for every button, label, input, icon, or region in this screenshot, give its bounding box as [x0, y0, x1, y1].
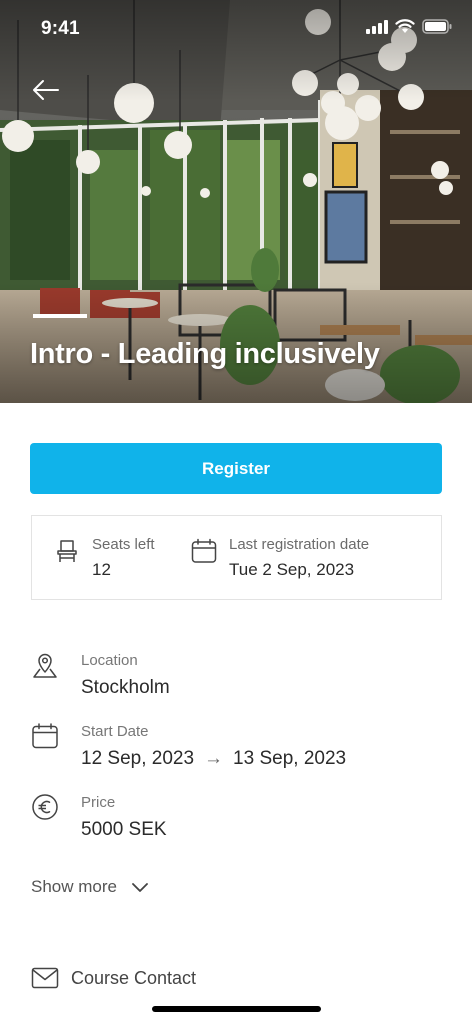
- arrow-right-icon: →: [204, 748, 224, 769]
- show-more-button[interactable]: Show more: [31, 877, 149, 897]
- wifi-icon: [395, 19, 415, 33]
- register-button[interactable]: Register: [30, 443, 442, 494]
- calendar-icon: [191, 538, 217, 563]
- signal-icon: [366, 19, 388, 34]
- location-value: Stockholm: [81, 677, 170, 698]
- seats-left-value: 12: [92, 560, 111, 579]
- location-row: Location Stockholm: [31, 651, 170, 700]
- course-contact-label: Course Contact: [71, 967, 197, 988]
- back-button[interactable]: [28, 74, 64, 106]
- arrow-left-icon: [33, 80, 59, 100]
- chevron-down-icon: [132, 883, 148, 892]
- status-icons: [366, 19, 452, 34]
- registration-info-card: Seats left 12 Last registration date Tue…: [31, 515, 442, 600]
- home-indicator[interactable]: [152, 1006, 321, 1012]
- location-pin-icon: [33, 653, 57, 678]
- status-time: 9:41: [41, 18, 80, 39]
- show-more-label: Show more: [31, 877, 117, 896]
- location-label: Location: [81, 652, 138, 669]
- price-label: Price: [81, 794, 116, 811]
- price-row: Price 5000 SEK: [31, 793, 167, 842]
- mail-icon: [31, 967, 59, 989]
- status-bar: 9:41: [0, 0, 472, 58]
- battery-icon: [422, 19, 452, 34]
- course-contact-link[interactable]: Course Contact: [31, 966, 196, 990]
- hero-image: 9:41 Intro - Leading inclusively: [0, 0, 472, 403]
- start-date-value: 12 Sep, 2023: [81, 748, 195, 769]
- start-date-row: Start Date 12 Sep, 2023 → 13 Sep, 2023: [31, 722, 346, 771]
- start-date-label: Start Date: [81, 723, 149, 740]
- seats-left-label: Seats left: [92, 536, 155, 553]
- last-registration-label: Last registration date: [229, 536, 370, 553]
- seats-left-item: Seats left 12: [54, 536, 155, 581]
- end-date-value: 13 Sep, 2023: [233, 748, 347, 769]
- page-title: Intro - Leading inclusively: [30, 338, 380, 370]
- chair-icon: [57, 540, 77, 562]
- title-underline: [33, 314, 87, 318]
- date-range: 12 Sep, 2023 → 13 Sep, 2023: [81, 747, 346, 771]
- euro-icon: [32, 794, 58, 820]
- last-registration-item: Last registration date Tue 2 Sep, 2023: [191, 536, 369, 581]
- price-value: 5000 SEK: [81, 819, 167, 840]
- calendar-icon: [32, 723, 58, 749]
- last-registration-value: Tue 2 Sep, 2023: [229, 560, 355, 579]
